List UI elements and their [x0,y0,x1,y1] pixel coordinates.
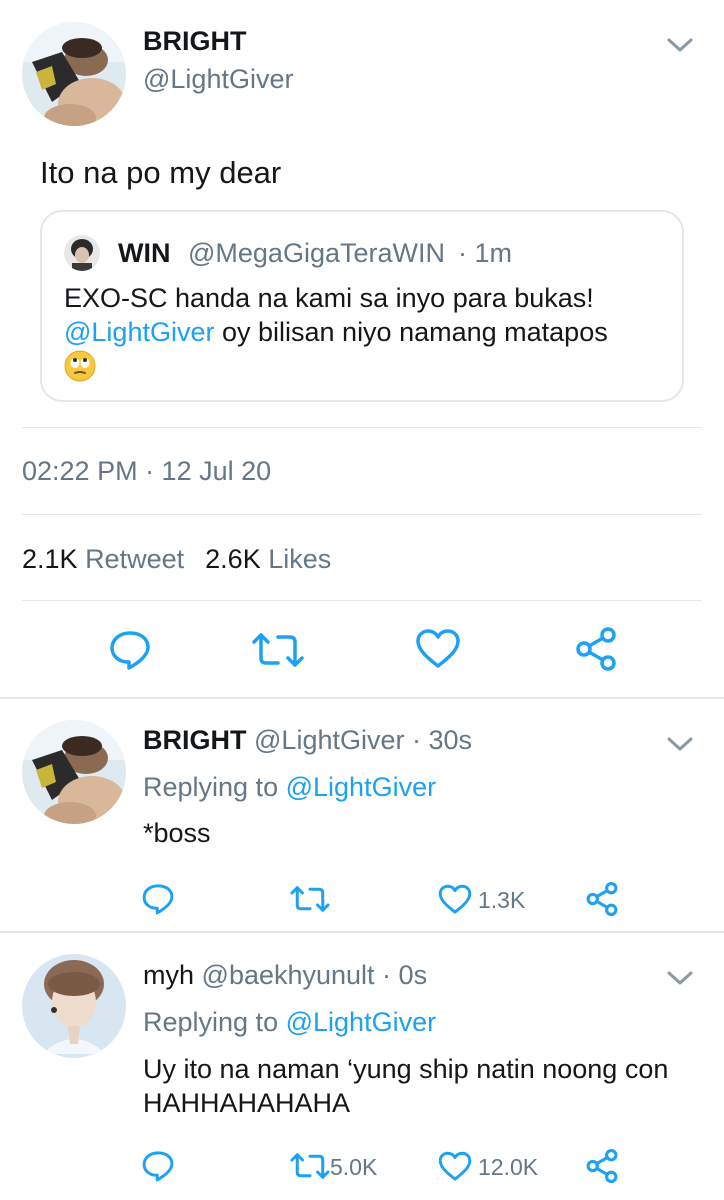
likes-label[interactable]: Likes [268,544,331,574]
replying-to: Replying to @LightGiver [143,772,436,803]
display-name[interactable]: BRIGHT [143,26,247,57]
divider [22,514,702,515]
retweet-icon[interactable] [250,630,306,670]
avatar-myh[interactable] [22,954,126,1058]
reply-text-line2: HAHHAHAHAHA [143,1088,351,1118]
quoted-text-line1: EXO-SC handa na kami sa inyo para bukas! [64,283,594,313]
divider [22,427,702,428]
avatar-bright[interactable] [22,720,126,824]
engagement-stats: 2.1K Retweet 2.6K Likes [22,544,331,575]
replying-to: Replying to @LightGiver [143,1007,436,1038]
reply-text: *boss [143,818,211,848]
like-icon[interactable] [415,628,461,670]
like-icon[interactable] [438,884,472,915]
reply-handle-time[interactable]: @baekhyunult · 0s [202,960,428,990]
replying-to-label: Replying to [143,772,279,802]
chevron-down-icon[interactable] [666,969,694,987]
retweets-label[interactable]: Retweet [85,544,184,574]
avatar-image [22,720,126,824]
quoted-time: · 1m [458,238,512,268]
user-handle[interactable]: @LightGiver [143,64,293,95]
likes-count[interactable]: 2.6K [205,544,261,574]
divider [22,600,702,601]
retweet-icon[interactable] [289,1151,331,1181]
mention-link[interactable]: @LightGiver [64,317,214,347]
chevron-down-icon[interactable] [666,36,694,54]
quoted-text-line2: @LightGiver oy bilisan niyo namang matap… [64,317,608,348]
tweet-timestamp: 02:22 PM · 12 Jul 20 [22,456,272,486]
reply-header: myh @baekhyunult · 0s [143,960,427,991]
like-count: 12.0K [478,1154,539,1180]
quoted-handle[interactable]: @MegaGigaTeraWIN [188,238,445,269]
retweet-icon[interactable] [289,884,331,914]
reply-display-name[interactable]: BRIGHT [143,725,247,755]
avatar-image [22,22,126,126]
replying-to-link[interactable]: @LightGiver [286,772,436,802]
share-icon[interactable] [574,626,618,672]
replying-to-label: Replying to [143,1007,279,1037]
avatar-win[interactable] [64,235,100,271]
section-divider [0,931,724,933]
retweets-count[interactable]: 2.1K [22,544,78,574]
chevron-down-icon[interactable] [666,735,694,753]
like-count: 1.3K [478,887,526,913]
reply-handle-time[interactable]: @LightGiver · 30s [254,725,472,755]
quoted-text-line2-rest: oy bilisan niyo namang matapos [221,317,608,347]
quoted-display-name[interactable]: WIN [118,238,170,269]
tweet-text: Ito na po my dear [40,155,282,190]
avatar-bright[interactable] [22,22,126,126]
eye-roll-emoji [64,350,96,382]
avatar-image [22,954,126,1058]
reply-text-line1: Uy ito na naman ‘yung ship natin noong c… [143,1054,669,1084]
retweet-count: 5.0K [330,1154,378,1180]
reply-icon[interactable] [141,882,175,916]
reply-display-name[interactable]: myh [143,960,194,990]
like-icon[interactable] [438,1151,472,1182]
avatar-image [64,235,100,271]
reply-icon[interactable] [141,1149,175,1183]
reply-header: BRIGHT @LightGiver · 30s [143,725,472,756]
share-icon[interactable] [585,881,619,917]
replying-to-link[interactable]: @LightGiver [286,1007,436,1037]
reply-icon[interactable] [108,628,152,672]
section-divider [0,697,724,699]
share-icon[interactable] [585,1148,619,1184]
